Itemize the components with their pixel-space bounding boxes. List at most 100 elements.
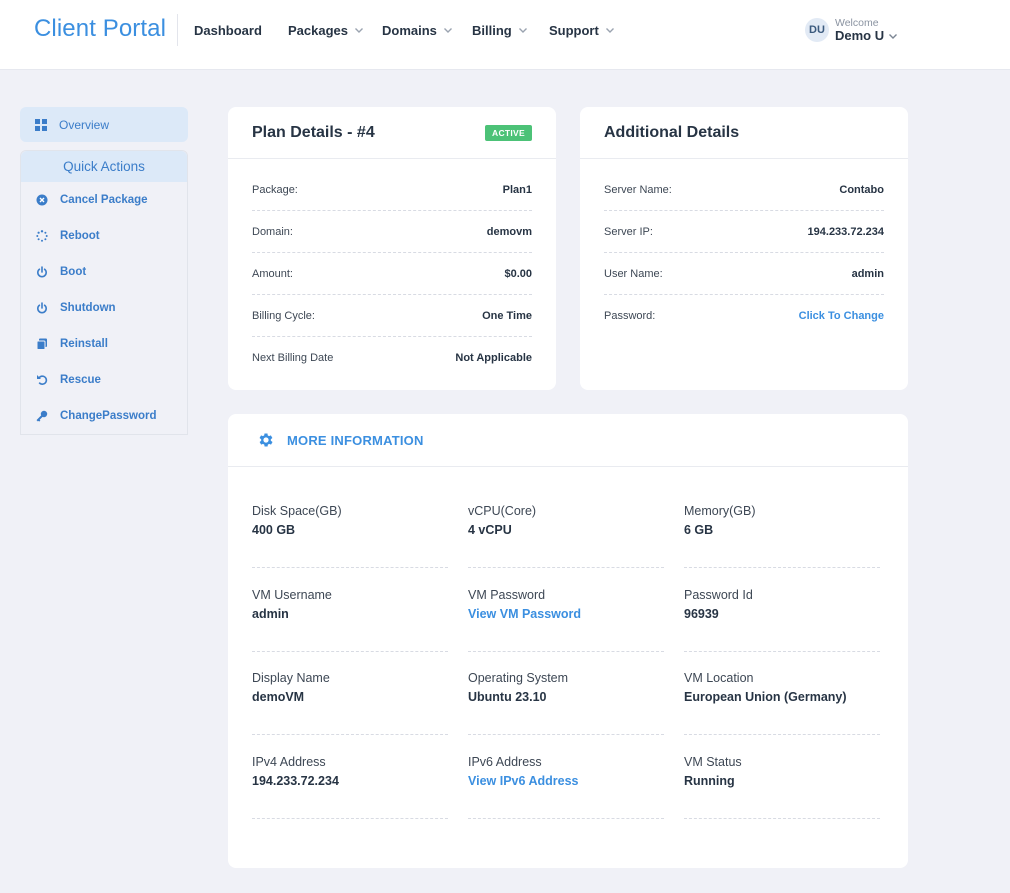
- info-label: VM Password: [468, 588, 546, 602]
- sidebar-item-label: Reinstall: [60, 338, 108, 350]
- chevron-down-icon: [888, 31, 898, 41]
- status-badge: ACTIVE: [485, 124, 532, 141]
- sidebar-item-boot[interactable]: Boot: [21, 254, 187, 290]
- row-label: User Name:: [604, 267, 663, 280]
- sidebar-item-overview[interactable]: Overview: [20, 107, 188, 142]
- info-password-id: Password Id 96939: [684, 588, 880, 652]
- info-value: 4 vCPU: [468, 523, 512, 537]
- sidebar-item-label: Boot: [60, 266, 87, 278]
- plan-details-card: Plan Details - #4 ACTIVE Package: Plan1 …: [228, 107, 556, 390]
- row-label: Billing Cycle:: [252, 309, 315, 322]
- info-value: 96939: [684, 607, 719, 621]
- info-disk-space: Disk Space(GB) 400 GB: [252, 504, 448, 568]
- more-information-title: MORE INFORMATION: [287, 432, 424, 448]
- copy-icon: [36, 338, 48, 350]
- more-information-header: MORE INFORMATION: [228, 414, 908, 467]
- nav-packages-label: Packages: [288, 22, 348, 38]
- sidebar-item-change-password[interactable]: ChangePassword: [21, 398, 187, 434]
- info-vcpu: vCPU(Core) 4 vCPU: [468, 504, 664, 568]
- sidebar-item-reboot[interactable]: Reboot: [21, 218, 187, 254]
- info-label: VM Location: [684, 671, 754, 685]
- info-display-name: Display Name demoVM: [252, 671, 448, 735]
- info-vm-location: VM Location European Union (Germany): [684, 671, 880, 735]
- info-value: European Union (Germany): [684, 690, 847, 704]
- nav-support-label: Support: [549, 22, 599, 38]
- row-label: Password:: [604, 310, 656, 322]
- plan-row-domain: Domain: demovm: [252, 211, 532, 253]
- nav-billing[interactable]: Billing: [472, 22, 528, 38]
- row-value: admin: [851, 267, 884, 280]
- info-value: demoVM: [252, 690, 305, 704]
- sidebar-item-shutdown[interactable]: Shutdown: [21, 290, 187, 326]
- info-value: 6 GB: [684, 523, 714, 537]
- nav-dashboard[interactable]: Dashboard: [194, 22, 262, 38]
- sidebar-item-reinstall[interactable]: Reinstall: [21, 326, 187, 362]
- row-value: One Time: [482, 309, 532, 322]
- user-name: Demo U: [835, 28, 885, 43]
- power-icon: [36, 266, 48, 278]
- info-value: Ubuntu 23.10: [468, 690, 547, 704]
- additional-row-server-name: Server Name: Contabo: [604, 169, 884, 211]
- row-label: Amount:: [252, 267, 293, 280]
- additional-details-header: Additional Details: [580, 107, 908, 159]
- view-vm-password-link[interactable]: View VM Password: [468, 607, 664, 621]
- quick-actions-panel: Quick Actions Cancel Package Reboot Boot…: [20, 150, 188, 435]
- nav-packages[interactable]: Packages: [288, 22, 364, 38]
- row-label: Package:: [252, 183, 298, 196]
- additional-details-card: Additional Details Server Name: Contabo …: [580, 107, 908, 390]
- info-label: IPv4 Address: [252, 755, 326, 769]
- chevron-down-icon: [518, 25, 528, 35]
- user-avatar[interactable]: DU: [805, 18, 829, 42]
- change-password-link[interactable]: Click To Change: [799, 310, 884, 322]
- info-value: 194.233.72.234: [252, 774, 339, 788]
- plan-row-amount: Amount: $0.00: [252, 253, 532, 295]
- info-vm-password: VM Password View VM Password: [468, 588, 664, 652]
- key-icon: [36, 410, 48, 422]
- info-operating-system: Operating System Ubuntu 23.10: [468, 671, 664, 735]
- plan-row-billing-cycle: Billing Cycle: One Time: [252, 295, 532, 337]
- sidebar-item-label: ChangePassword: [60, 410, 157, 422]
- additional-row-server-ip: Server IP: 194.233.72.234: [604, 211, 884, 253]
- chevron-down-icon: [354, 25, 364, 35]
- nav-billing-label: Billing: [472, 22, 512, 38]
- sidebar-item-label: Cancel Package: [60, 194, 148, 206]
- more-information-card: MORE INFORMATION Disk Space(GB) 400 GB v…: [228, 414, 908, 868]
- info-value: admin: [252, 607, 289, 621]
- sidebar-item-label: Reboot: [60, 230, 100, 242]
- row-value: Contabo: [839, 183, 884, 196]
- sidebar-item-label: Shutdown: [60, 302, 116, 314]
- row-label: Server Name:: [604, 183, 672, 196]
- sidebar-item-label: Overview: [59, 117, 110, 132]
- nav-domains-label: Domains: [382, 22, 437, 38]
- view-ipv6-address-link[interactable]: View IPv6 Address: [468, 774, 664, 788]
- sidebar-item-cancel-package[interactable]: Cancel Package: [21, 182, 187, 218]
- nav-domains[interactable]: Domains: [382, 22, 453, 38]
- plan-details-header: Plan Details - #4 ACTIVE: [228, 107, 556, 159]
- info-label: vCPU(Core): [468, 504, 537, 518]
- sidebar-item-label: Rescue: [60, 374, 101, 386]
- info-label: VM Username: [252, 588, 332, 602]
- undo-icon: [36, 374, 48, 386]
- plan-row-package: Package: Plan1: [252, 169, 532, 211]
- info-ipv4-address: IPv4 Address 194.233.72.234: [252, 755, 448, 819]
- row-label: Domain:: [252, 225, 293, 238]
- brand-logo[interactable]: Client Portal: [34, 15, 166, 43]
- grid-icon: [35, 118, 47, 131]
- chevron-down-icon: [443, 25, 453, 35]
- cancel-circle-icon: [36, 194, 48, 206]
- chevron-down-icon: [605, 25, 615, 35]
- nav-support[interactable]: Support: [549, 22, 615, 38]
- info-memory: Memory(GB) 6 GB: [684, 504, 880, 568]
- info-label: VM Status: [684, 755, 742, 769]
- row-value: Not Applicable: [455, 352, 532, 364]
- sidebar-item-rescue[interactable]: Rescue: [21, 362, 187, 398]
- additional-details-title: Additional Details: [604, 123, 740, 141]
- row-label: Next Billing Date: [252, 352, 334, 364]
- user-menu[interactable]: Demo U: [835, 28, 898, 43]
- spinner-icon: [36, 230, 48, 242]
- row-value: $0.00: [504, 267, 532, 280]
- info-label: Password Id: [684, 588, 753, 602]
- nav-dashboard-label: Dashboard: [194, 22, 262, 38]
- info-label: Operating System: [468, 671, 569, 685]
- info-label: Display Name: [252, 671, 330, 685]
